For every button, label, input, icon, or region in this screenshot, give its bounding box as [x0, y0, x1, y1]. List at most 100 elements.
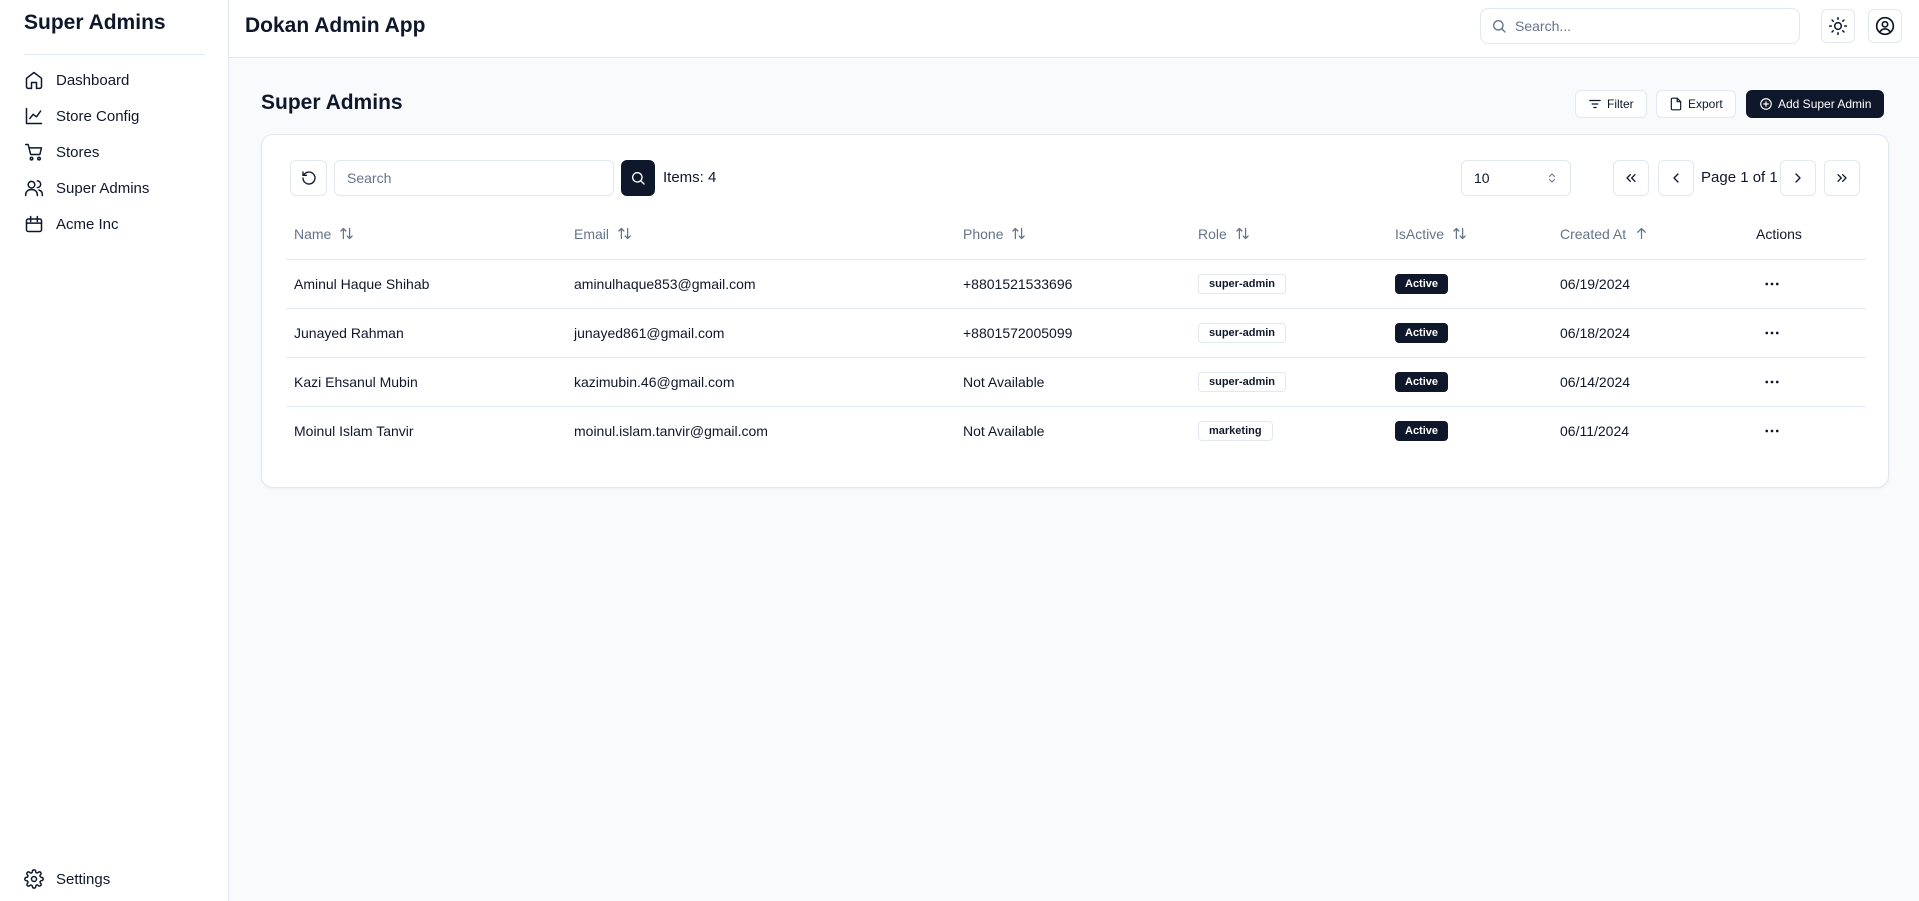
- more-horizontal-icon[interactable]: [1760, 419, 1784, 443]
- chevrons-right-icon: [1837, 174, 1847, 182]
- home-icon: [25, 71, 43, 90]
- next-page-button[interactable]: [1780, 160, 1816, 196]
- cell-role: super-admin: [1190, 357, 1387, 407]
- column-header-email[interactable]: Email: [566, 209, 955, 260]
- table-row: Moinul Islam Tanvir moinul.islam.tanvir@…: [286, 406, 1866, 455]
- column-header-actions: Actions: [1748, 209, 1866, 260]
- last-page-button[interactable]: [1824, 160, 1860, 196]
- global-search-input[interactable]: [1515, 18, 1785, 34]
- gear-icon: [24, 869, 44, 889]
- more-horizontal-icon[interactable]: [1760, 321, 1784, 345]
- refresh-button[interactable]: [290, 160, 327, 196]
- shopping-cart-icon: [24, 143, 43, 161]
- cell-actions: [1748, 308, 1866, 358]
- sort-ascending-icon: [1637, 228, 1647, 240]
- plus-circle-icon: [1760, 98, 1772, 110]
- sort-icon: [340, 228, 354, 240]
- sidebar-item-super-admins[interactable]: Super Admins: [24, 170, 214, 206]
- filter-icon: [1589, 99, 1601, 109]
- sun-icon: [1828, 16, 1848, 36]
- page-size-select[interactable]: 10: [1461, 160, 1571, 196]
- sidebar-item-acme-inc[interactable]: Acme Inc: [24, 206, 214, 242]
- role-badge: marketing: [1198, 420, 1273, 441]
- column-header-isactive[interactable]: IsActive: [1387, 209, 1552, 260]
- cell-isactive: Active: [1387, 406, 1552, 455]
- items-count: Items: 4: [663, 169, 717, 186]
- column-header-name[interactable]: Name: [286, 209, 566, 260]
- user-circle-icon: [1875, 16, 1895, 36]
- sort-icon: [618, 228, 631, 240]
- cell-phone: Not Available: [955, 357, 1190, 407]
- super-admins-table: Name Email Phone Role IsActive Created A…: [286, 209, 1866, 455]
- status-badge: Active: [1395, 420, 1449, 441]
- sidebar-item-label: Stores: [56, 143, 100, 161]
- previous-page-button[interactable]: [1658, 160, 1694, 196]
- column-header-created-at[interactable]: Created At: [1552, 209, 1748, 260]
- table-row: Aminul Haque Shihab aminulhaque853@gmail…: [286, 259, 1866, 309]
- status-badge: Active: [1395, 273, 1449, 294]
- cell-email: aminulhaque853@gmail.com: [566, 259, 955, 309]
- cell-name: Moinul Islam Tanvir: [294, 422, 414, 439]
- table-search-input[interactable]: [334, 160, 614, 196]
- search-icon: [632, 172, 645, 185]
- cell-name: Kazi Ehsanul Mubin: [286, 357, 566, 407]
- sidebar-item-label: Store Config: [56, 107, 140, 125]
- cell-isactive: Active: [1387, 259, 1552, 309]
- filter-label: Filter: [1607, 97, 1634, 111]
- page-title: Super Admins: [261, 91, 403, 114]
- column-header-role[interactable]: Role: [1190, 209, 1387, 260]
- cell-actions: [1748, 259, 1866, 309]
- table-search-button[interactable]: [621, 160, 655, 196]
- cell-phone: +8801521533696: [955, 259, 1190, 309]
- cell-isactive: Active: [1387, 308, 1552, 358]
- sort-icon: [1012, 228, 1026, 240]
- more-horizontal-icon[interactable]: [1760, 370, 1784, 394]
- top-header: Dokan Admin App: [229, 0, 1919, 58]
- sidebar-title: Super Admins: [24, 11, 166, 34]
- sidebar-item-label: Settings: [56, 870, 111, 888]
- sidebar-item-settings[interactable]: Settings: [24, 861, 110, 897]
- sort-icon: [1236, 228, 1249, 240]
- cell-email: junayed861@gmail.com: [566, 308, 955, 358]
- cell-email: moinul.islam.tanvir@gmail.com: [574, 422, 768, 439]
- column-header-phone[interactable]: Phone: [955, 209, 1190, 260]
- cell-actions: [1748, 406, 1866, 455]
- cell-name: Junayed Rahman: [286, 308, 566, 358]
- add-super-admin-button[interactable]: Add Super Admin: [1746, 90, 1885, 118]
- sidebar-item-store-config[interactable]: Store Config: [24, 98, 214, 134]
- global-search[interactable]: [1480, 8, 1800, 44]
- sidebar-item-label: Dashboard: [56, 71, 130, 89]
- filter-button[interactable]: Filter: [1575, 90, 1647, 118]
- table-header-row: Name Email Phone Role IsActive Created A…: [286, 209, 1866, 260]
- cell-name: Aminul Haque Shihab: [286, 259, 566, 309]
- cell-isactive: Active: [1387, 357, 1552, 407]
- user-menu-button[interactable]: [1868, 9, 1902, 43]
- search-icon: [1493, 20, 1506, 33]
- cell-email: kazimubin.46@gmail.com: [566, 357, 955, 407]
- status-badge: Active: [1395, 371, 1449, 392]
- role-badge: super-admin: [1198, 371, 1287, 392]
- table-card: Items: 4 10 Page 1 of 1 Name Email Phone…: [261, 134, 1889, 488]
- chevron-right-icon: [1795, 173, 1801, 183]
- sidebar-item-dashboard[interactable]: Dashboard: [24, 62, 214, 98]
- status-badge: Active: [1395, 322, 1449, 343]
- chevrons-left-icon: [1626, 174, 1636, 182]
- sidebar-divider: [24, 54, 205, 55]
- chevron-left-icon: [1673, 173, 1679, 183]
- cell-actions: [1748, 357, 1866, 407]
- sidebar-item-label: Acme Inc: [56, 215, 119, 233]
- more-horizontal-icon[interactable]: [1760, 272, 1784, 296]
- cell-phone: Not Available: [963, 422, 1045, 439]
- cell-role: marketing: [1190, 406, 1387, 455]
- first-page-button[interactable]: [1613, 160, 1649, 196]
- sidebar-item-label: Super Admins: [56, 179, 150, 197]
- sidebar-nav: Dashboard Store Config Stores Super Admi…: [24, 62, 214, 242]
- theme-toggle-button[interactable]: [1821, 9, 1855, 43]
- export-button[interactable]: Export: [1656, 90, 1736, 118]
- line-chart-icon: [25, 107, 43, 125]
- cell-role: super-admin: [1190, 259, 1387, 309]
- page-indicator: Page 1 of 1: [1701, 169, 1778, 186]
- users-icon: [24, 180, 44, 197]
- sidebar-item-stores[interactable]: Stores: [24, 134, 214, 170]
- cell-created-at: 06/18/2024: [1552, 308, 1748, 358]
